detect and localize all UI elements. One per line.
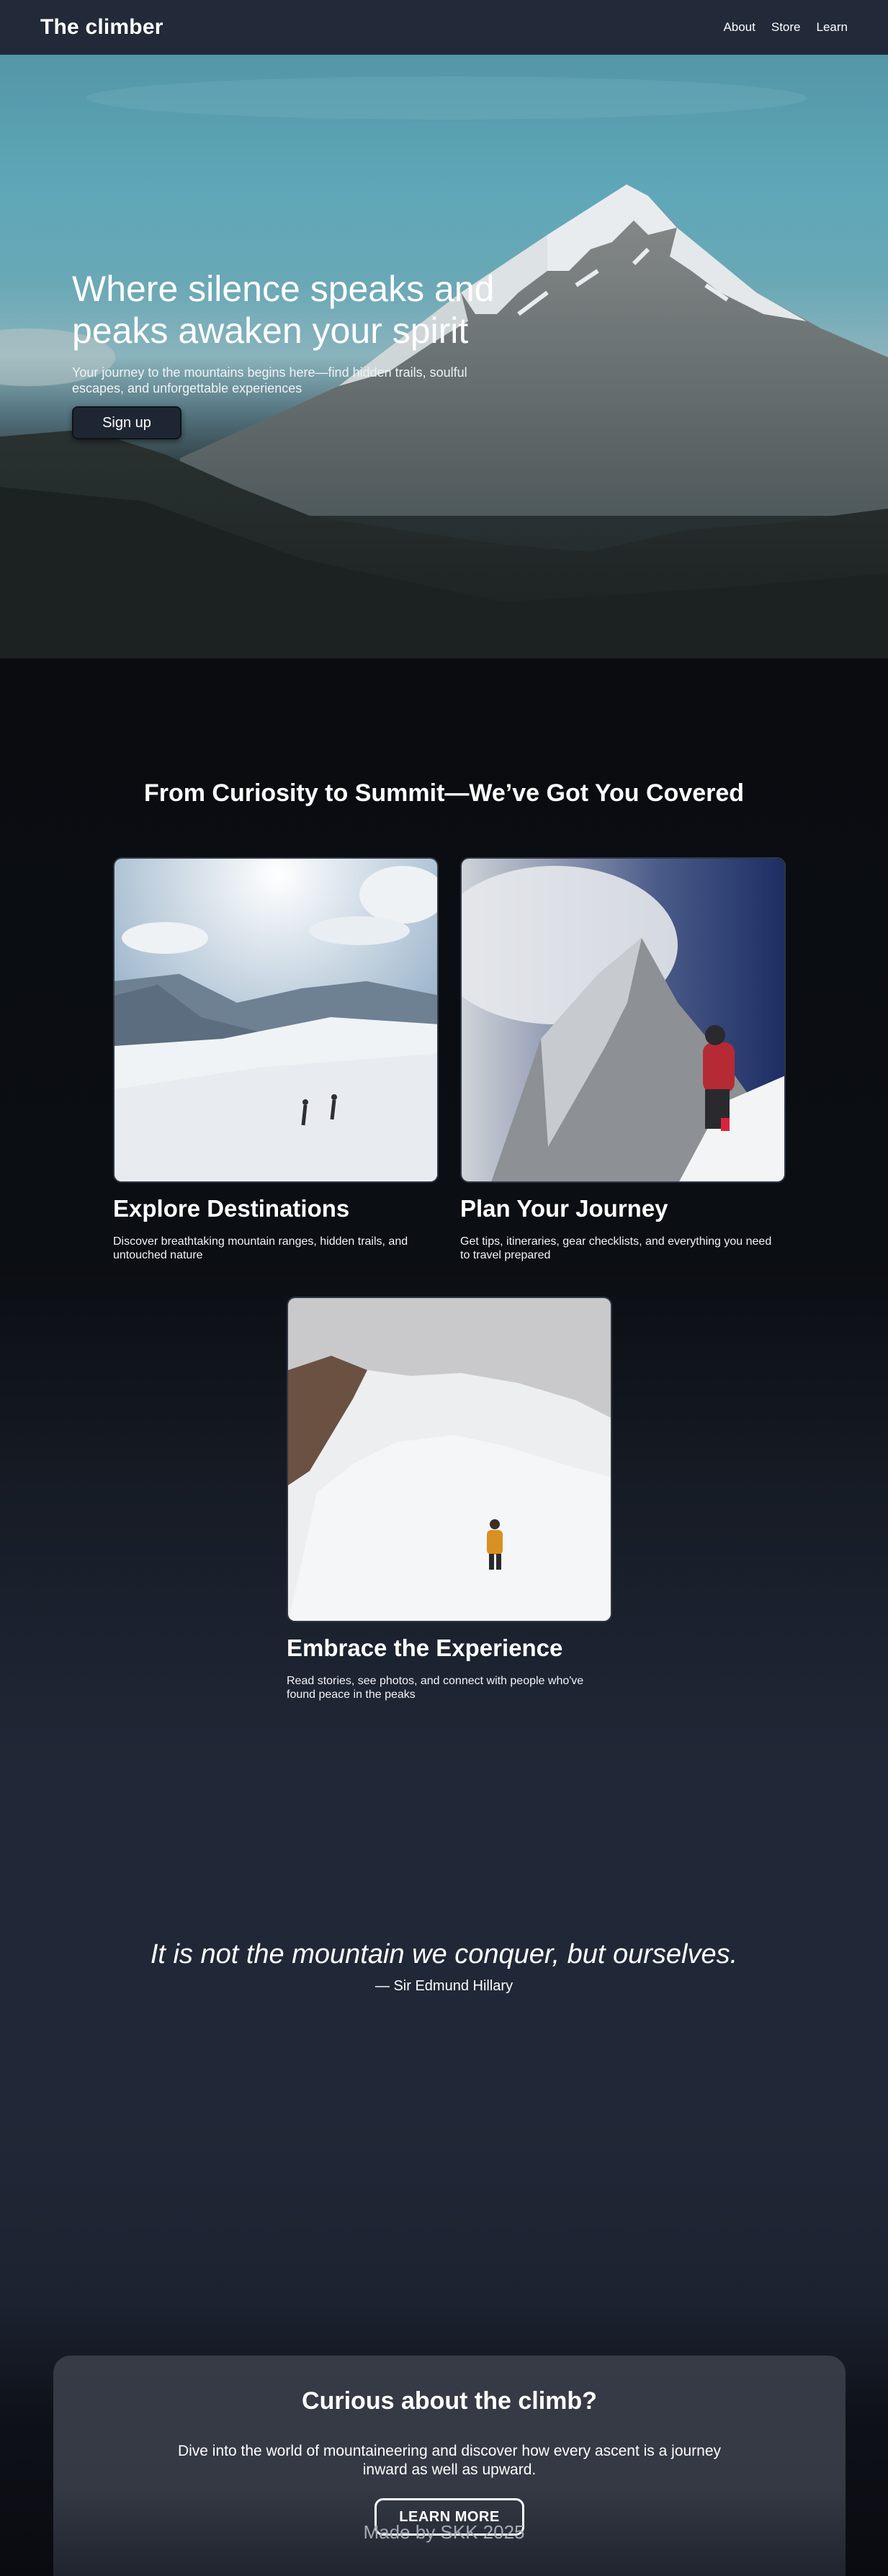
nav-links: About Store Learn: [723, 20, 848, 35]
nav-link-store[interactable]: Store: [771, 20, 801, 35]
quote-section: It is not the mountain we conquer, but o…: [0, 1765, 888, 2125]
footer-credit: Made by SKK 2025: [363, 2521, 525, 2543]
card-desc-embrace: Read stories, see photos, and connect wi…: [287, 1675, 584, 1701]
signup-button[interactable]: Sign up: [72, 406, 181, 439]
feature-card-embrace: Embrace the Experience Read stories, see…: [287, 1297, 612, 1701]
feature-card-plan: Plan Your Journey Get tips, itineraries,…: [460, 857, 786, 1262]
feature-card-explore: Explore Destinations Discover breathtaki…: [113, 857, 439, 1262]
card-title-explore: Explore Destinations: [113, 1195, 350, 1222]
cta-title: Curious about the climb?: [302, 2387, 597, 2415]
hero-subtitle: Your journey to the mountains begins her…: [72, 365, 467, 395]
card-image-embrace: [287, 1297, 612, 1622]
hero-section: Where silence speaks and peaks awaken yo…: [0, 55, 888, 658]
nav-link-learn[interactable]: Learn: [817, 20, 848, 35]
brand-logo[interactable]: The climber: [40, 15, 163, 40]
hero-title: Where silence speaks and peaks awaken yo…: [72, 269, 495, 351]
cta-section: Curious about the climb? Dive into the w…: [0, 2125, 888, 2576]
card-title-embrace: Embrace the Experience: [287, 1634, 563, 1661]
features-title: From Curiosity to Summit—We’ve Got You C…: [143, 779, 745, 807]
card-image-explore: [113, 857, 439, 1183]
quote-text: It is not the mountain we conquer, but o…: [150, 1939, 738, 1969]
features-section: From Curiosity to Summit—We’ve Got You C…: [0, 658, 888, 1765]
card-image-plan: [460, 857, 786, 1183]
quote-author: — Sir Edmund Hillary: [375, 1978, 513, 1994]
card-desc-plan: Get tips, itineraries, gear checklists, …: [460, 1235, 772, 1261]
cta-text: Dive into the world of mountaineering an…: [177, 2443, 722, 2478]
card-desc-explore: Discover breathtaking mountain ranges, h…: [113, 1235, 408, 1261]
hero-content: Where silence speaks and peaks awaken yo…: [72, 268, 519, 439]
card-title-plan: Plan Your Journey: [460, 1195, 668, 1222]
top-navbar: The climber About Store Learn: [0, 0, 888, 55]
nav-link-about[interactable]: About: [723, 20, 755, 35]
